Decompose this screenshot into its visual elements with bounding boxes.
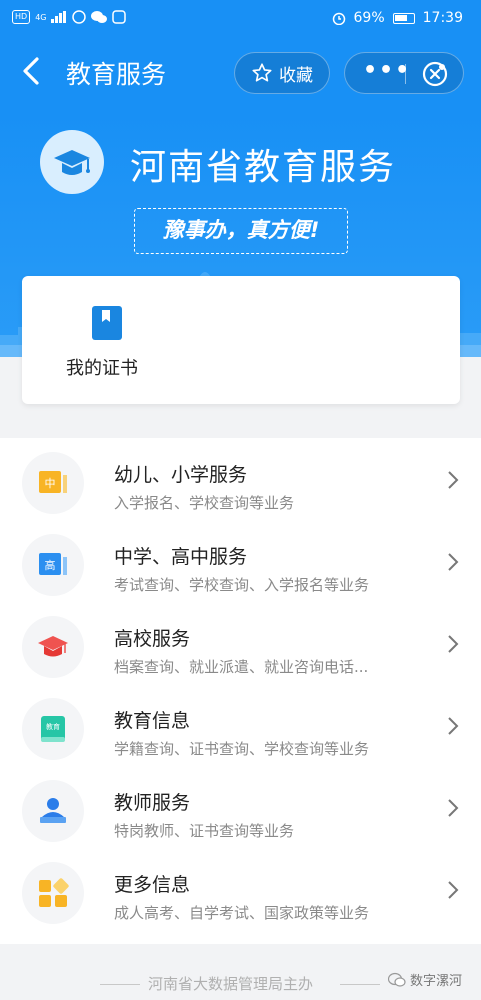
footer-divider-left [100,984,140,985]
service-item-teacher[interactable]: 教师服务 特岗教师、证书查询等业务 [0,770,481,852]
service-item-education-info[interactable]: 教育 教育信息 学籍查询、证书查询、学校查询等业务 [0,688,481,770]
chevron-right-icon [448,881,459,899]
chat-icon [91,11,108,23]
service-subtitle: 成人高考、自学考试、国家政策等业务 [114,904,370,922]
page-title: 教育服务 [66,60,167,89]
favorite-button[interactable]: 收藏 [234,52,330,94]
teacher-icon [22,780,84,842]
service-subtitle: 档案查询、就业派遣、就业咨询电话... [114,658,369,676]
clock: 17:39 [422,10,463,26]
banner-title: 河南省教育服务 [130,147,397,188]
watermark: 数字漯河 [388,970,462,989]
certificate-book-icon [92,306,122,340]
service-title: 更多信息 [114,874,191,896]
logo [40,130,104,194]
my-certificate-label: 我的证书 [66,358,138,379]
app-icon [112,10,127,24]
more-button[interactable]: ••• [363,58,411,83]
service-item-university[interactable]: 高校服务 档案查询、就业派遣、就业咨询电话... [0,606,481,688]
status-right: 69% 17:39 [332,10,463,26]
service-item-more[interactable]: 更多信息 成人高考、自学考试、国家政策等业务 [0,852,481,934]
message-icon [72,10,87,24]
wechat-icon [388,972,406,987]
service-title: 高校服务 [114,628,191,650]
high-school-icon: 高 [22,534,84,596]
capsule-menu: ••• [344,52,464,94]
signal-label: 4G [35,12,47,22]
chevron-right-icon [448,799,459,817]
footer: 河南省大数据管理局主办 数字漯河 [0,962,481,1000]
svg-text:高: 高 [45,558,56,572]
education-book-icon: 教育 [22,698,84,760]
battery-icon [392,12,415,24]
favorite-label: 收藏 [279,65,313,86]
chevron-right-icon [448,553,459,571]
status-left: HD 4G [12,10,127,24]
battery-percent: 69% [353,10,385,26]
service-title: 中学、高中服务 [114,546,248,568]
chevron-right-icon [448,635,459,653]
service-item-high-school[interactable]: 高 中学、高中服务 考试查询、学校查询、入学报名等业务 [0,524,481,606]
svg-text:教育: 教育 [46,722,60,731]
service-list: 中 幼儿、小学服务 入学报名、学校查询等业务 高 中学、高中服务 考试查询、学校… [0,438,481,944]
graduation-cap-icon [22,616,84,678]
svg-text:中: 中 [45,477,56,490]
service-title: 教师服务 [114,792,191,814]
chevron-left-icon [23,57,39,85]
service-title: 幼儿、小学服务 [114,464,248,486]
watermark-text: 数字漯河 [410,974,463,989]
service-subtitle: 学籍查询、证书查询、学校查询等业务 [114,740,370,758]
service-title: 教育信息 [114,710,191,732]
service-subtitle: 特岗教师、证书查询等业务 [114,822,295,840]
footer-text: 河南省大数据管理局主办 [148,975,314,993]
alarm-icon [332,12,345,25]
close-icon[interactable] [421,60,449,88]
service-subtitle: 入学报名、学校查询等业务 [114,494,295,512]
graduation-cap-icon [54,150,90,175]
more-grid-icon [22,862,84,924]
chevron-right-icon [448,717,459,735]
status-bar: HD 4G 69% 17:39 [0,0,481,38]
primary-school-icon: 中 [22,452,84,514]
capsule-divider [405,64,406,84]
service-subtitle: 考试查询、学校查询、入学报名等业务 [114,576,370,594]
network-badge: HD [12,10,31,24]
signal-icon [51,11,67,23]
back-button[interactable] [20,56,42,92]
slogan: 豫事办，真方便! [134,208,348,254]
nav-bar: 教育服务 收藏 ••• [0,38,481,112]
service-item-primary[interactable]: 中 幼儿、小学服务 入学报名、学校查询等业务 [0,442,481,524]
star-icon [252,63,272,82]
footer-divider-right [340,984,380,985]
chevron-right-icon [448,471,459,489]
my-certificate-card[interactable]: 我的证书 [22,276,460,404]
